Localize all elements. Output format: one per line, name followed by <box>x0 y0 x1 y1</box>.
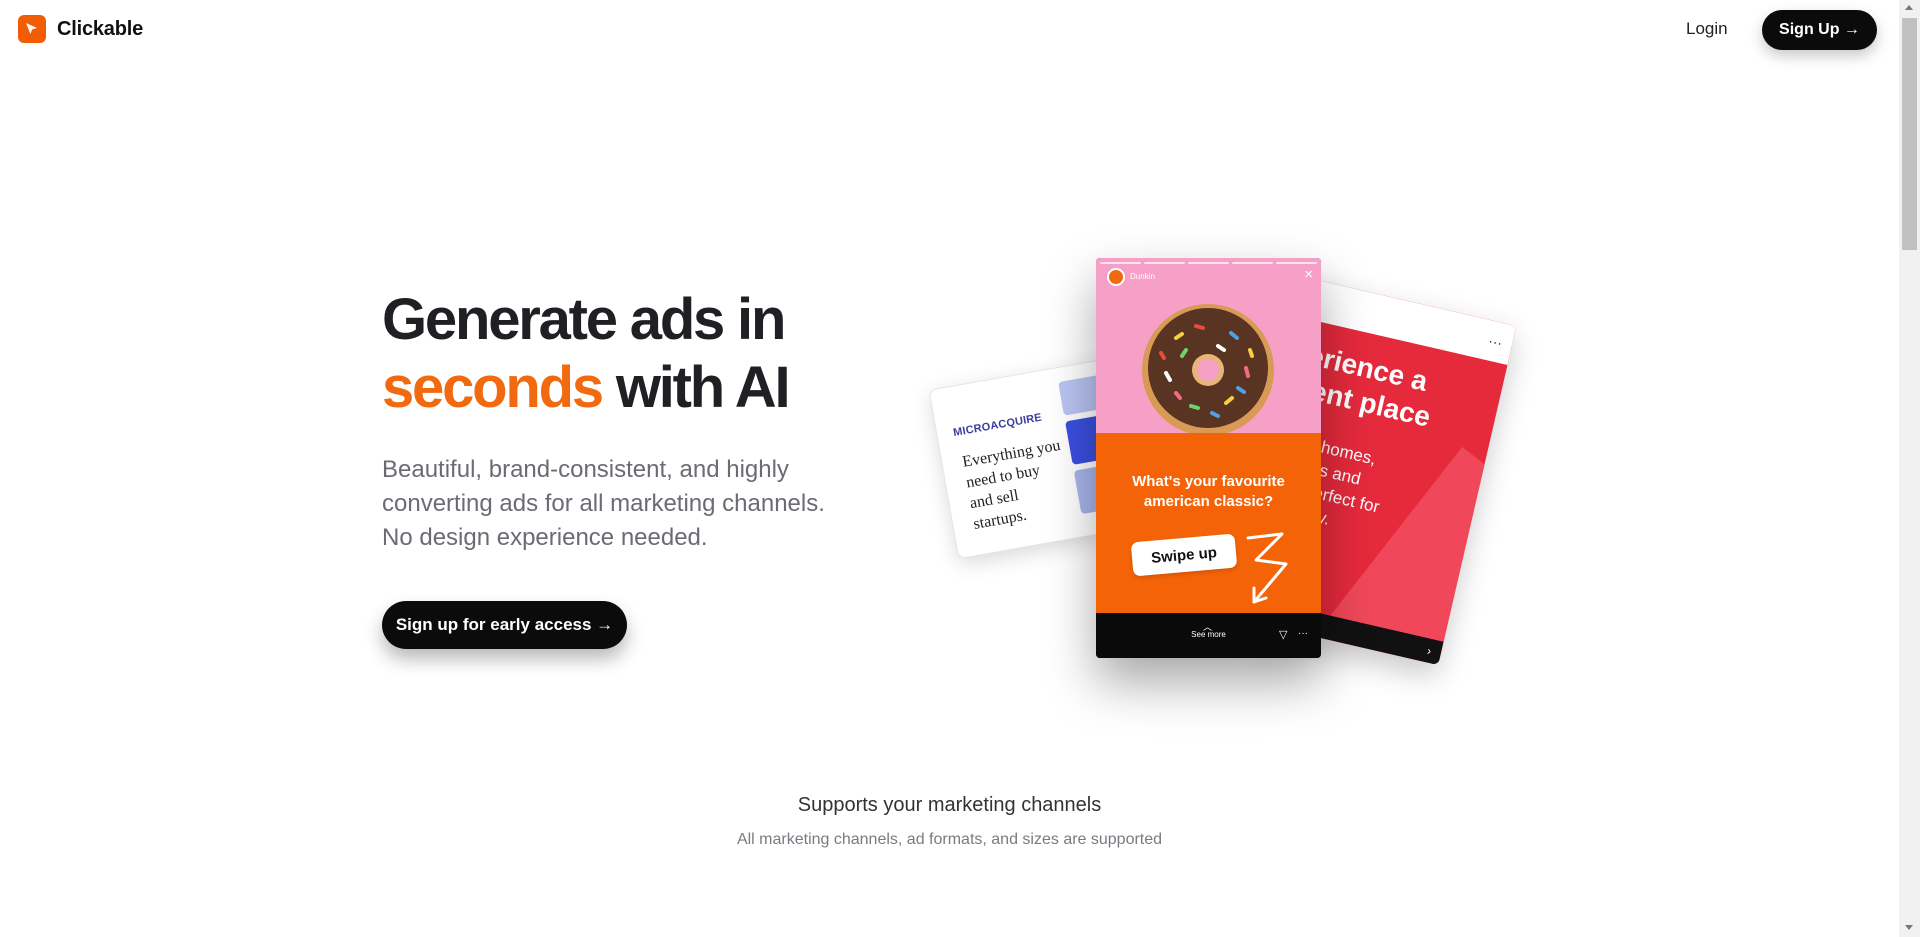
hero-subtitle-line3: No design experience needed. <box>382 524 708 551</box>
supports-subtitle: All marketing channels, ad formats, and … <box>736 831 1163 848</box>
account-avatar <box>1107 268 1125 286</box>
page-scrollbar[interactable] <box>1899 0 1920 937</box>
hero-title-line1: Generate ads in <box>382 287 786 352</box>
send-icon: ▽ <box>1279 629 1288 641</box>
hero-title-accent: seconds <box>382 355 604 420</box>
close-icon: × <box>1304 266 1313 283</box>
story-question: What's your favourite american classic? <box>1132 473 1285 510</box>
story-progress-bar <box>1100 262 1317 264</box>
more-icon: ··· <box>1298 628 1308 639</box>
hero-subtitle-line2: converting ads for all marketing channel… <box>382 490 825 517</box>
login-link[interactable]: Login <box>1686 19 1728 39</box>
early-access-button[interactable]: Sign up for early access → <box>382 601 627 649</box>
account-name: Dunkin <box>1130 272 1155 281</box>
story-ad-phone: Dunkin × What's your favourite american … <box>1096 258 1321 658</box>
hero-subtitle-line1: Beautiful, brand-consistent, and highly <box>382 456 789 483</box>
hero-title-rest: with AI <box>601 355 791 420</box>
scroll-down-arrow-icon[interactable] <box>1905 925 1913 930</box>
signup-button[interactable]: Sign Up → <box>1762 10 1877 50</box>
scroll-up-arrow-icon[interactable] <box>1905 5 1913 10</box>
brand-name: Clickable <box>57 17 144 40</box>
top-navbar: Clickable Login Sign Up → <box>0 0 1899 60</box>
ad-brand-label: MICROACQUIRE <box>952 411 1043 440</box>
logo-link[interactable]: Clickable <box>18 15 143 43</box>
hero-title: Generate ads in seconds with AI <box>382 286 791 422</box>
scroll-thumb[interactable] <box>1902 18 1917 250</box>
hero-subtitle: Beautiful, brand-consistent, and highly … <box>382 453 902 555</box>
supports-title: Supports your marketing channels <box>797 794 1102 816</box>
clickable-logo-icon <box>18 15 46 43</box>
squiggle-arrow-icon <box>1246 532 1288 604</box>
ad-copy: Everything you need to buy and sell star… <box>961 436 1062 533</box>
donut-image <box>1142 304 1274 436</box>
